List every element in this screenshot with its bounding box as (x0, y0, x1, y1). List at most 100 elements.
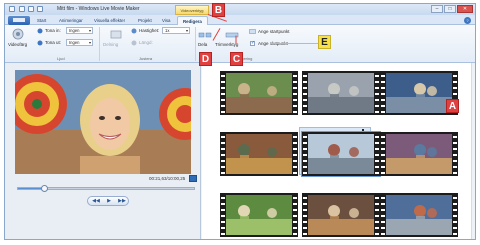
tab-animeringar[interactable]: Animeringar (59, 16, 83, 25)
callout-a: A (446, 99, 459, 113)
storyboard-clip[interactable] (301, 131, 381, 177)
tona-ut-label: Tona ut: (45, 40, 62, 45)
playback-controls: ◀◀ ▶ ▶▶ (87, 196, 129, 206)
dela-button[interactable]: Dela (198, 42, 207, 47)
title-bar: Mitt film - Windows Live Movie Maker Vid… (5, 4, 475, 15)
split-icon (198, 32, 212, 38)
fade-in-icon (37, 28, 43, 34)
seek-thumb[interactable] (40, 185, 48, 192)
ribbon-tabs: Start Animeringar Visuella effekter Proj… (5, 15, 475, 26)
clip-thumbnail-image (308, 195, 374, 235)
film-perforation (381, 195, 385, 235)
callout-e: E (318, 35, 331, 49)
group-ljud-label: Ljud (57, 56, 65, 61)
storyboard-clip[interactable] (380, 193, 458, 237)
trim-tool-icon (225, 32, 239, 38)
set-start-icon (249, 29, 256, 34)
film-perforation (453, 195, 457, 235)
speed-icon (131, 28, 137, 34)
previous-frame-button[interactable]: ◀◀ (90, 198, 102, 205)
hastighet-select[interactable]: 1x (162, 27, 190, 34)
storyboard-clip[interactable] (220, 193, 298, 237)
tab-visa[interactable]: Visa (162, 16, 170, 25)
video-preview[interactable] (15, 70, 191, 174)
callout-c-line (235, 35, 237, 44)
movie-maker-window: Mitt film - Windows Live Movie Maker Vid… (4, 3, 476, 240)
tona-in-select[interactable]: Ingen (66, 27, 93, 34)
fade-out-icon (37, 40, 43, 46)
hastighet-value: 1x (165, 28, 170, 33)
film-perforation (375, 73, 379, 113)
preview-frame-image (15, 70, 191, 174)
tona-ut-select[interactable]: Ingen (66, 39, 93, 46)
clip-thumbnail-image (386, 195, 452, 235)
help-icon[interactable]: ? (464, 17, 471, 24)
callout-b: B (212, 3, 225, 17)
storyboard-clip[interactable] (220, 132, 298, 176)
langd-label: Längd: (139, 40, 153, 45)
tab-projekt[interactable]: Projekt (138, 16, 152, 25)
set-end-checkbox[interactable] (250, 40, 255, 46)
storyboard-clip[interactable] (380, 132, 458, 176)
film-perforation (293, 134, 297, 174)
playback-time: 00:21,63/10:00,25 (149, 176, 186, 181)
clip-thumbnail-image (226, 195, 292, 235)
storyboard-clip[interactable] (220, 71, 298, 115)
videofarg-button[interactable]: Videofärg (8, 42, 27, 47)
delning-button[interactable]: Delning (103, 42, 118, 47)
clip-thumbnail-image (226, 73, 292, 113)
film-perforation (303, 195, 307, 235)
tona-ut-value: Ingen (69, 40, 80, 45)
tona-in-value: Ingen (69, 28, 80, 33)
storyboard-clip[interactable] (302, 71, 380, 115)
tab-visuella-effekter[interactable]: Visuella effekter (94, 16, 125, 25)
minimize-button[interactable]: – (431, 5, 443, 13)
context-tab-group-videoverktyg: Videoverktyg (175, 5, 209, 15)
next-frame-button[interactable]: ▶▶ (116, 198, 128, 205)
videofarg-icon (12, 28, 24, 40)
undo-icon[interactable] (28, 6, 34, 12)
film-perforation (221, 134, 225, 174)
redo-icon[interactable] (37, 6, 43, 12)
callout-d: D (199, 52, 212, 66)
callout-e-line (270, 43, 318, 44)
tona-in-label: Tona in: (45, 28, 61, 33)
callout-c: C (230, 52, 243, 66)
ribbon-separator (99, 27, 100, 61)
film-perforation (375, 195, 379, 235)
film-perforation (303, 73, 307, 113)
clip-thumbnail-image (308, 134, 374, 174)
window-title: Mitt film - Windows Live Movie Maker (57, 6, 140, 12)
play-button[interactable]: ▶ (103, 198, 115, 205)
ange-startpunkt-button[interactable]: Ange startpunkt (258, 29, 290, 34)
storyboard-clip[interactable] (302, 193, 380, 237)
clip-thumbnail-image (308, 73, 374, 113)
film-perforation (303, 134, 307, 174)
hastighet-label: Hastighet: (139, 28, 160, 33)
storyboard-scrollbar[interactable] (471, 63, 475, 239)
film-perforation (221, 73, 225, 113)
duration-icon (131, 40, 137, 46)
film-perforation (293, 195, 297, 235)
file-menu-button[interactable] (8, 16, 30, 25)
clip-thumbnail-image (386, 134, 452, 174)
film-perforation (293, 73, 297, 113)
clip-thumbnail-image (226, 134, 292, 174)
close-button[interactable]: ✕ (457, 5, 473, 13)
app-menu-icon[interactable] (9, 6, 15, 12)
ribbon-separator (195, 27, 196, 61)
clip-thumbnail-image (386, 73, 452, 113)
fullscreen-icon[interactable] (189, 175, 197, 182)
delning-icon (110, 30, 122, 39)
seek-slider[interactable] (17, 185, 195, 192)
preview-pane: 00:21,63/10:00,25 ◀◀ ▶ ▶▶ (5, 63, 201, 239)
storyboard (202, 63, 475, 239)
film-perforation (221, 195, 225, 235)
maximize-button[interactable]: □ (444, 5, 456, 13)
film-perforation (381, 134, 385, 174)
save-icon[interactable] (19, 6, 25, 12)
tab-start[interactable]: Start (37, 16, 46, 25)
film-perforation (453, 134, 457, 174)
film-perforation (375, 134, 379, 174)
group-justera-label: Justera (139, 56, 153, 61)
